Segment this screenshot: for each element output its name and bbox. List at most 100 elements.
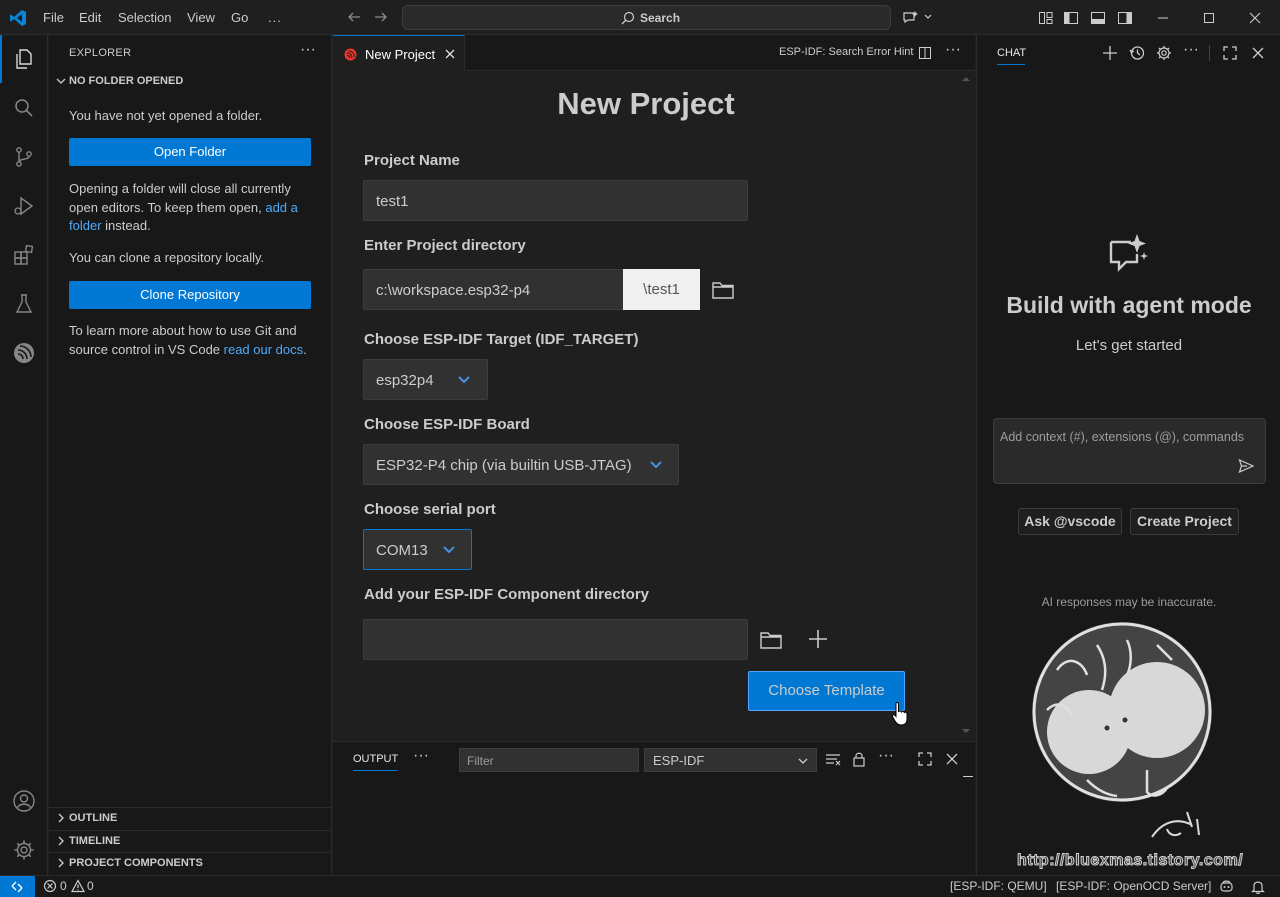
read-docs-link[interactable]: read our docs [224, 342, 304, 357]
send-icon[interactable] [1238, 458, 1254, 474]
output-channel-select[interactable]: ESP-IDF [644, 748, 817, 772]
section-timeline[interactable]: TIMELINE [49, 831, 332, 853]
serial-port-value: COM13 [376, 542, 428, 559]
close-panel-icon[interactable] [944, 751, 960, 767]
close-icon[interactable] [1250, 45, 1266, 61]
toggle-panel-icon[interactable] [1090, 10, 1106, 26]
gear-icon [14, 840, 34, 860]
menu-edit[interactable]: Edit [79, 0, 101, 35]
more-actions-icon[interactable]: ··· [878, 747, 894, 765]
section-outline[interactable]: OUTLINE [49, 808, 332, 830]
activity-search[interactable] [0, 84, 48, 132]
chat-headline: Build with agent mode [1006, 292, 1252, 318]
folder-icon[interactable] [711, 279, 735, 301]
git-text-end: . [303, 341, 307, 357]
split-editor-icon[interactable] [918, 46, 932, 60]
more-actions-icon[interactable]: ··· [1183, 41, 1199, 59]
watermark-logo [1032, 622, 1212, 802]
activity-explorer[interactable] [0, 35, 48, 83]
espressif-icon [14, 343, 34, 363]
gear-icon[interactable] [1156, 45, 1172, 61]
search-error-hint-action[interactable]: ESP-IDF: Search Error Hint [779, 46, 913, 58]
choose-template-button[interactable]: Choose Template [748, 671, 905, 711]
project-directory-input[interactable]: c:\workspace.esp32-p4 [363, 269, 624, 310]
maximize-panel-icon[interactable] [917, 751, 933, 767]
bell-icon[interactable] [1251, 879, 1265, 894]
customize-layout-icon[interactable] [1038, 10, 1054, 26]
activity-extensions[interactable] [0, 231, 48, 279]
minimize-icon [1158, 17, 1168, 19]
more-actions-icon[interactable]: ··· [300, 41, 316, 59]
warning-count[interactable]: 0 [87, 879, 94, 893]
copilot-icon[interactable] [1219, 879, 1234, 894]
target-value: esp32p4 [376, 372, 434, 389]
clone-repository-button[interactable]: Clone Repository [69, 281, 311, 309]
minimize-button[interactable] [1140, 0, 1186, 35]
add-icon[interactable] [807, 628, 829, 650]
back-arrow-icon[interactable] [346, 9, 362, 25]
copilot-menu-icon[interactable] [902, 9, 934, 25]
chevron-down-icon [458, 376, 470, 384]
menu-selection[interactable]: Selection [118, 0, 171, 35]
section-title: OUTLINE [69, 812, 118, 824]
activity-testing[interactable] [0, 280, 48, 328]
new-chat-icon[interactable] [1102, 45, 1118, 61]
scroll-down-icon[interactable] [961, 726, 971, 736]
close-icon[interactable] [444, 48, 456, 60]
project-name-label: Project Name [364, 152, 460, 169]
more-actions-icon[interactable]: ··· [413, 747, 429, 765]
activity-manage[interactable] [0, 826, 48, 874]
more-actions-icon[interactable]: ··· [945, 41, 961, 59]
chat-input[interactable]: Add context (#), extensions (@), command… [993, 418, 1266, 484]
lock-icon[interactable] [851, 751, 867, 767]
component-directory-label: Add your ESP-IDF Component directory [364, 586, 650, 603]
history-icon[interactable] [1129, 45, 1145, 61]
board-select[interactable]: ESP32-P4 chip (via builtin USB-JTAG) [363, 444, 679, 485]
menu-view[interactable]: View [187, 0, 215, 35]
serial-port-select[interactable]: COM13 [363, 529, 472, 570]
chevron-down-icon [798, 758, 808, 764]
clear-output-icon[interactable] [825, 751, 841, 767]
section-project-components[interactable]: PROJECT COMPONENTS [49, 853, 332, 875]
section-no-folder[interactable]: NO FOLDER OPENED [49, 71, 332, 93]
ask-vscode-button[interactable]: Ask @vscode [1018, 508, 1122, 535]
menu-more[interactable]: ... [268, 0, 282, 35]
maximize-button[interactable] [1186, 0, 1232, 35]
activity-run-debug[interactable] [0, 182, 48, 230]
maximize-icon [1204, 13, 1214, 23]
open-folder-button[interactable]: Open Folder [69, 138, 311, 166]
error-count[interactable]: 0 [60, 879, 67, 893]
warning-icon[interactable] [71, 879, 85, 893]
output-filter-input[interactable]: Filter [459, 748, 639, 772]
espressif-icon [344, 48, 357, 61]
forward-arrow-icon[interactable] [373, 9, 389, 25]
section-title: PROJECT COMPONENTS [69, 857, 203, 869]
project-name-input[interactable]: test1 [363, 180, 748, 221]
qemu-status[interactable]: [ESP-IDF: QEMU] [950, 879, 1047, 893]
close-window-button[interactable] [1232, 0, 1278, 35]
menu-go[interactable]: Go [231, 0, 248, 35]
menu-file[interactable]: File [43, 0, 64, 35]
error-icon[interactable] [43, 879, 57, 893]
chevron-down-icon [443, 546, 455, 554]
openocd-status[interactable]: [ESP-IDF: OpenOCD Server] [1056, 879, 1211, 893]
search-label: Search [640, 11, 681, 25]
target-select[interactable]: esp32p4 [363, 359, 488, 400]
tab-output[interactable]: OUTPUT [353, 753, 398, 771]
chat-input-placeholder: Add context (#), extensions (@), command… [1000, 430, 1245, 444]
activity-accounts[interactable] [0, 777, 48, 825]
activity-esp-idf[interactable] [0, 329, 48, 377]
remote-indicator[interactable] [0, 876, 35, 897]
activity-source-control[interactable] [0, 133, 48, 181]
section-title: NO FOLDER OPENED [69, 75, 184, 87]
toggle-primary-sidebar-icon[interactable] [1063, 10, 1079, 26]
folder-icon[interactable] [759, 629, 783, 651]
toggle-secondary-sidebar-icon[interactable] [1117, 10, 1133, 26]
scroll-up-icon[interactable] [961, 74, 971, 84]
chevron-right-icon [58, 813, 64, 823]
command-center-search[interactable]: Search [402, 5, 891, 30]
component-directory-input[interactable] [363, 619, 748, 660]
maximize-icon[interactable] [1222, 45, 1238, 61]
tab-new-project[interactable]: New Project [333, 35, 465, 71]
create-project-button[interactable]: Create Project [1130, 508, 1239, 535]
